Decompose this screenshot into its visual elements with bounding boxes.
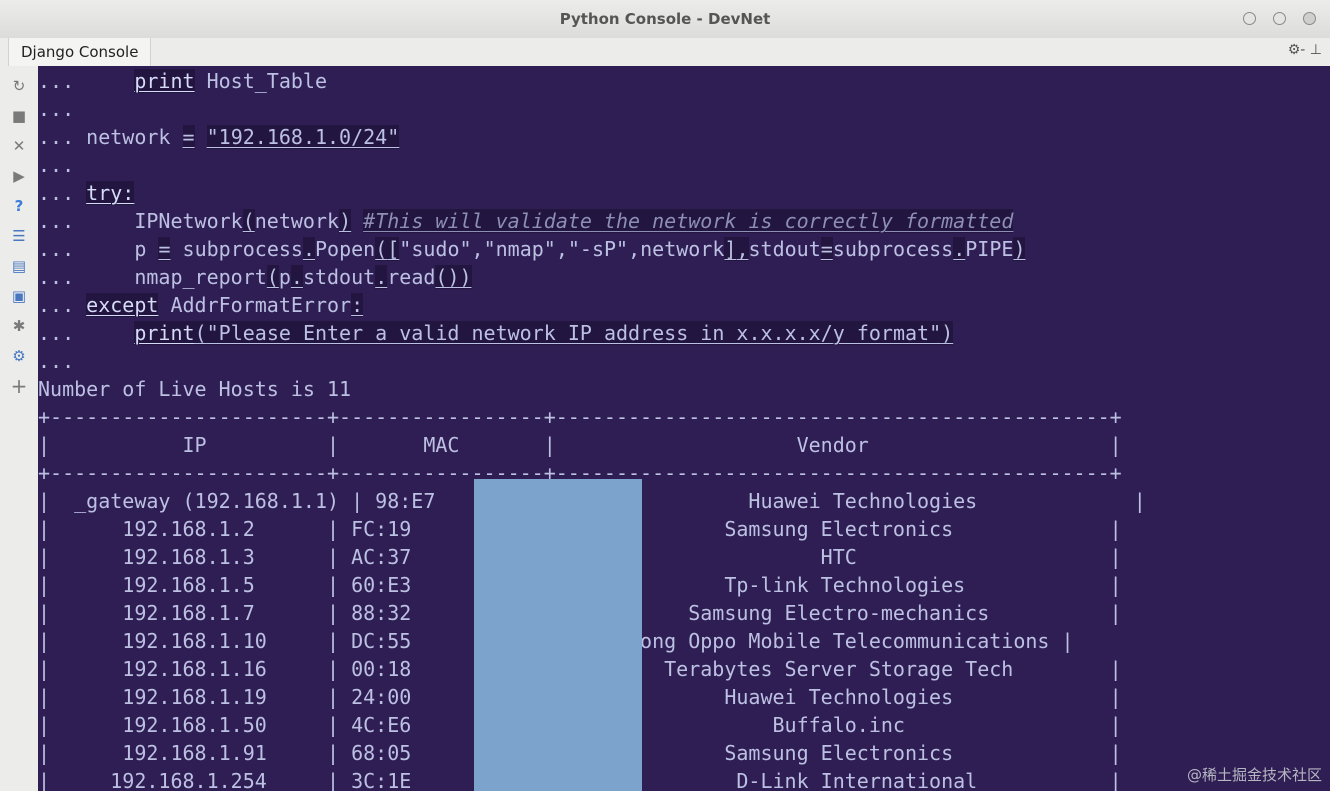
code-line: ... network = "192.168.1.0/24" (38, 125, 400, 149)
code-line: ... (38, 97, 75, 121)
stop-icon[interactable]: ■ (9, 106, 29, 126)
live-hosts-summary: Number of Live Hosts is 11 (38, 377, 352, 401)
history-icon[interactable]: ▣ (9, 286, 29, 306)
gear-icon[interactable]: ⚙ (9, 346, 29, 366)
rerun-icon[interactable]: ↻ (9, 76, 29, 96)
tab-django-console[interactable]: Django Console (8, 38, 152, 66)
settings-icon[interactable]: ☰ (9, 226, 29, 246)
code-line: ... try: (38, 181, 135, 205)
code-line: ... print("Please Enter a valid network … (38, 321, 954, 345)
table-header: | IP | MAC | Vendor | (38, 433, 1122, 457)
code-line: ... (38, 153, 75, 177)
debug-icon[interactable]: ✱ (9, 316, 29, 336)
variables-icon[interactable]: ▤ (9, 256, 29, 276)
table-border: +-----------------------+---------------… (38, 405, 1122, 429)
console-toolbar: ↻ ■ ✕ ▶ ? ☰ ▤ ▣ ✱ ⚙ + (0, 66, 39, 791)
minimize-button[interactable] (1243, 12, 1256, 25)
code-line: ... IPNetwork(network) #This will valida… (38, 209, 1014, 233)
close-window-button[interactable] (1303, 12, 1316, 25)
add-icon[interactable]: + (9, 376, 29, 396)
mac-redaction-block (474, 479, 642, 791)
code-line: ... (38, 349, 75, 373)
execute-icon[interactable]: ▶ (9, 166, 29, 186)
window-title: Python Console - DevNet (559, 10, 771, 28)
code-line: ... print Host_Table (38, 69, 328, 93)
help-icon[interactable]: ? (9, 196, 29, 216)
code-line: ... p = subprocess.Popen(["sudo","nmap",… (38, 237, 1026, 261)
console-output[interactable]: ... print Host_Table ... ... network = "… (38, 66, 1330, 791)
console-settings-icon[interactable]: ⚙- ⊥ (1288, 42, 1322, 58)
tab-bar: Django Console ⚙- ⊥ (0, 38, 1330, 67)
code-line: ... except AddrFormatError: (38, 293, 364, 317)
code-line: ... nmap_report(p.stdout.read()) (38, 265, 472, 289)
window-titlebar: Python Console - DevNet (0, 0, 1330, 39)
maximize-button[interactable] (1273, 12, 1286, 25)
close-icon[interactable]: ✕ (9, 136, 29, 156)
watermark: @稀土掘金技术社区 (1186, 766, 1322, 784)
